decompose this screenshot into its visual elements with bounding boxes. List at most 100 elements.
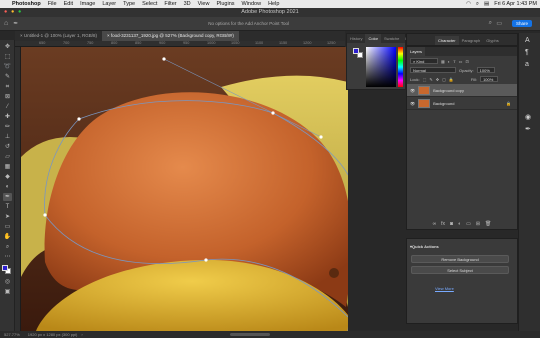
- clock[interactable]: Fri 6 Apr 1:43 PM: [494, 1, 537, 7]
- history-brush-icon[interactable]: ↺: [3, 143, 12, 151]
- fill-input[interactable]: 100%: [480, 76, 499, 82]
- healing-icon[interactable]: ✚: [3, 113, 12, 121]
- tab-layers[interactable]: Layers: [407, 47, 426, 56]
- brush-icon[interactable]: ✏: [3, 123, 12, 131]
- menu-plugins[interactable]: Plugins: [216, 1, 234, 7]
- tab-character[interactable]: Character: [435, 35, 459, 45]
- add-mask-icon[interactable]: ◙: [450, 221, 453, 227]
- move-icon[interactable]: ✥: [3, 43, 12, 51]
- new-group-icon[interactable]: ▭: [466, 221, 471, 227]
- remove-background-button[interactable]: Remove Background: [411, 255, 509, 263]
- menu-image[interactable]: Image: [80, 1, 95, 7]
- lock-pixels-icon[interactable]: ⬚: [423, 77, 427, 82]
- hue-slider[interactable]: [398, 47, 403, 87]
- view-more-link[interactable]: View More: [435, 286, 454, 291]
- lasso-icon[interactable]: ➰: [3, 63, 12, 71]
- share-button[interactable]: Share: [511, 20, 532, 27]
- menu-app-photoshop[interactable]: Photoshop: [12, 1, 41, 7]
- lock-paint-icon[interactable]: ✎: [429, 77, 432, 82]
- home-icon[interactable]: ⌂: [4, 20, 8, 27]
- type-icon[interactable]: T: [3, 203, 12, 211]
- layer-row[interactable]: 👁 Background copy: [407, 84, 517, 97]
- link-layers-icon[interactable]: ∞: [433, 221, 437, 227]
- horizontal-scrollbar[interactable]: [230, 333, 270, 336]
- menu-help[interactable]: Help: [268, 1, 279, 7]
- menu-view[interactable]: View: [198, 1, 210, 7]
- wifi-icon[interactable]: ◠: [466, 1, 471, 7]
- new-layer-icon[interactable]: ⊞: [476, 221, 480, 227]
- panel-foreground-swatch[interactable]: [353, 48, 359, 54]
- filter-smart-icon[interactable]: ⊡: [465, 59, 468, 64]
- window-zoom-icon[interactable]: ●: [18, 8, 21, 17]
- visibility-eye-icon[interactable]: 👁: [410, 101, 415, 106]
- chevron-right-icon[interactable]: ›: [81, 332, 82, 337]
- lock-all-icon[interactable]: 🔒: [449, 77, 454, 82]
- frame-icon[interactable]: ⊠: [3, 93, 12, 101]
- menu-file[interactable]: File: [48, 1, 57, 7]
- delete-layer-icon[interactable]: 🗑: [485, 221, 491, 227]
- layer-style-icon[interactable]: fx: [441, 221, 445, 227]
- edit-toolbar-icon[interactable]: ⋯: [3, 253, 12, 261]
- window-close-icon[interactable]: ●: [4, 8, 7, 17]
- crop-icon[interactable]: ⌗: [3, 83, 12, 91]
- search-icon[interactable]: ⌕: [476, 1, 479, 8]
- document-canvas[interactable]: [21, 47, 348, 331]
- eyedropper-icon[interactable]: ⁄: [3, 103, 12, 111]
- channels-icon[interactable]: ◉: [525, 113, 531, 121]
- menu-3d[interactable]: 3D: [184, 1, 191, 7]
- adjustment-layer-icon[interactable]: ◐: [458, 221, 461, 227]
- tab-close-icon[interactable]: ×: [20, 33, 23, 38]
- menu-type[interactable]: Type: [123, 1, 135, 7]
- tab-history[interactable]: History: [347, 36, 365, 41]
- filter-shape-icon[interactable]: ▭: [459, 59, 463, 64]
- control-center-icon[interactable]: ▤: [484, 1, 489, 7]
- layer-row[interactable]: 👁 Background 🔒: [407, 97, 517, 110]
- paths-icon[interactable]: ✒: [525, 125, 531, 133]
- menu-filter[interactable]: Filter: [164, 1, 176, 7]
- filter-pixel-icon[interactable]: ▦: [441, 59, 445, 64]
- visibility-eye-icon[interactable]: 👁: [410, 88, 415, 93]
- color-field[interactable]: [366, 47, 396, 87]
- gradient-icon[interactable]: ▦: [3, 163, 12, 171]
- canvas-image[interactable]: [21, 47, 348, 331]
- paragraph-icon[interactable]: ¶: [525, 49, 529, 56]
- layer-name[interactable]: Background: [433, 101, 454, 106]
- zoom-icon[interactable]: ⌕: [3, 243, 12, 251]
- rectangle-icon[interactable]: ▭: [3, 223, 12, 231]
- lock-move-icon[interactable]: ✥: [436, 77, 439, 82]
- path-select-icon[interactable]: ➤: [3, 213, 12, 221]
- marquee-icon[interactable]: ⬚: [3, 53, 12, 61]
- select-subject-button[interactable]: Select Subject: [411, 266, 509, 274]
- dodge-icon[interactable]: ◐: [3, 183, 12, 191]
- tab-untitled-1[interactable]: × Untitled-1 @ 100% (Layer 1, RGB/8): [15, 31, 102, 41]
- tab-close-icon[interactable]: ×: [107, 33, 110, 38]
- menu-layer[interactable]: Layer: [102, 1, 116, 7]
- options-search-icon[interactable]: ⌕: [489, 20, 492, 27]
- window-minimize-icon[interactable]: ●: [11, 8, 14, 17]
- hand-icon[interactable]: ✋: [3, 233, 12, 241]
- menu-window[interactable]: Window: [242, 1, 262, 7]
- filter-type-icon[interactable]: T: [453, 59, 455, 64]
- tab-paragraph[interactable]: Paragraph: [459, 38, 484, 43]
- filter-adjust-icon[interactable]: ◐: [448, 59, 450, 64]
- tab-food-image[interactable]: × food-3231137_1920.jpg @ 527% (Backgrou…: [102, 31, 239, 41]
- glyphs-icon[interactable]: a: [525, 61, 529, 68]
- blur-icon[interactable]: ◆: [3, 173, 12, 181]
- lock-artboard-icon[interactable]: ▢: [442, 77, 446, 82]
- menu-edit[interactable]: Edit: [64, 1, 73, 7]
- lock-icon[interactable]: 🔒: [506, 101, 511, 106]
- workspace-icon[interactable]: ▭: [496, 20, 502, 27]
- tab-glyphs[interactable]: Glyphs: [483, 38, 501, 43]
- menu-select[interactable]: Select: [142, 1, 157, 7]
- layer-kind-filter[interactable]: ⌕ Kind: [410, 58, 438, 64]
- tab-color[interactable]: Color: [365, 34, 382, 43]
- pen-icon[interactable]: ✒: [3, 193, 12, 201]
- foreground-color-swatch[interactable]: [2, 265, 8, 271]
- character-icon[interactable]: A: [525, 37, 530, 44]
- tab-swatches[interactable]: Swatche: [381, 36, 402, 41]
- zoom-level[interactable]: 527.77%: [4, 332, 20, 337]
- pen-tool-preset-icon[interactable]: ✒: [13, 20, 18, 27]
- quick-mask-icon[interactable]: ◎: [3, 278, 12, 286]
- clone-stamp-icon[interactable]: ⊥: [3, 133, 12, 141]
- eraser-icon[interactable]: ▱: [3, 153, 12, 161]
